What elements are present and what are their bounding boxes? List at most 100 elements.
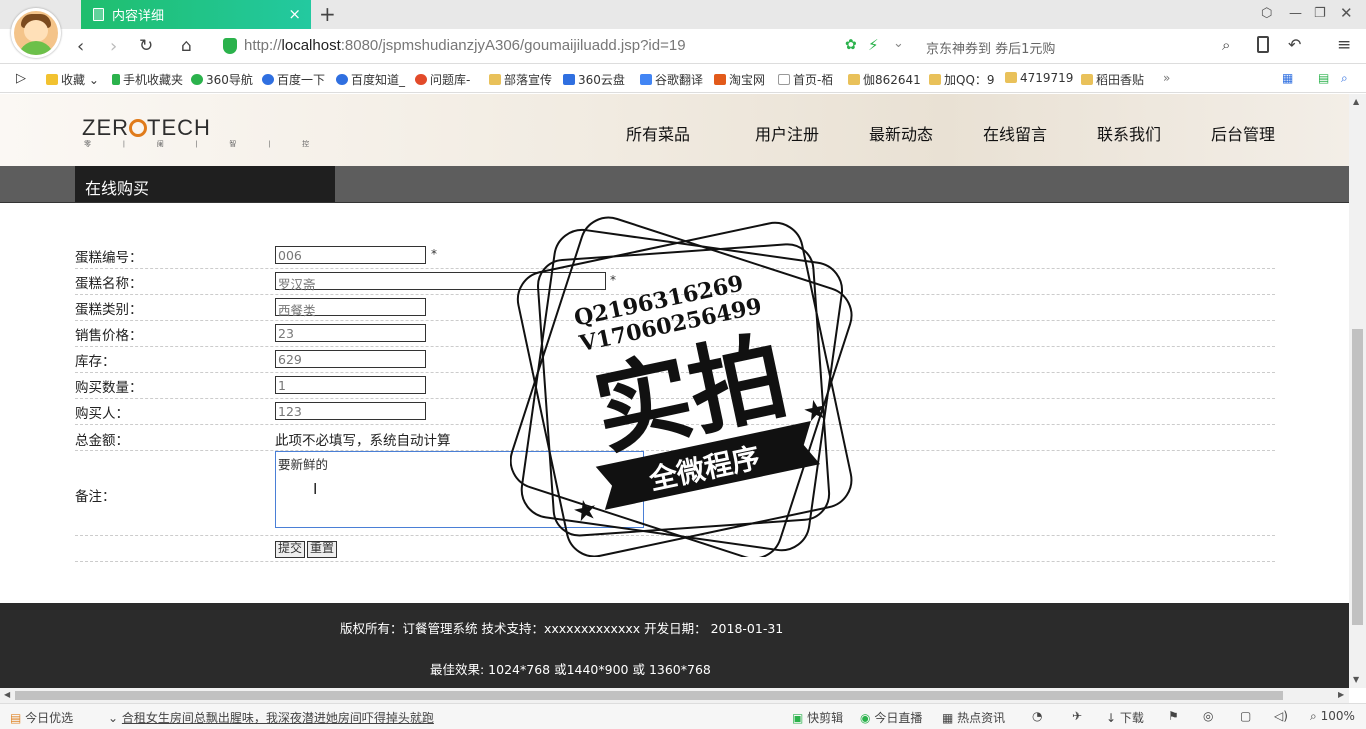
mobile-icon[interactable] [1257,36,1269,53]
tab-title: 内容详细 [112,9,165,24]
input-buyer[interactable]: 123 [275,402,426,420]
apps-icon[interactable]: ▦ [1282,71,1293,85]
news-ticker[interactable]: ⌄ 合租女生房间总飘出腥味，我深夜潜进她房间吓得掉头就跑 [108,709,434,726]
live-stream[interactable]: ◉ 今日直播 [860,709,922,726]
security-shield-icon[interactable] [223,38,237,54]
text-cursor-icon: I [313,480,318,498]
row-divider [75,346,1275,347]
footer-copyright: 版权所有：订餐管理系统 技术支持：xxxxxxxxxxxxx 开发日期： 201… [340,621,784,636]
menu-icon[interactable]: ≡ [1337,35,1351,55]
undo-icon[interactable]: ↶ [1288,35,1301,54]
window-icon[interactable]: ▢ [1240,709,1251,723]
scroll-left-icon[interactable]: ◀ [4,690,10,699]
scroll-down-icon[interactable]: ▼ [1353,675,1359,684]
search-input[interactable]: 京东神券到 券后1元购 [926,38,1055,57]
search-icon[interactable]: ⌕ [1222,36,1230,54]
bookmark-14[interactable]: 稻田香贴 [1081,71,1144,88]
label-quantity: 购买数量： [75,380,143,396]
flag-icon[interactable]: ⚑ [1168,709,1179,723]
nav-contact[interactable]: 联系我们 [1097,121,1161,145]
row-divider [75,450,1275,451]
footer-resolution: 最佳效果: 1024*768 或1440*900 或 1360*768 [430,662,711,677]
speed-mode-icon[interactable]: ⚡ [868,36,879,54]
note-textarea[interactable]: 要新鲜的 [275,451,644,528]
input-cake-category[interactable]: 西餐类 [275,298,426,318]
skin-icon[interactable]: ⬡ [1261,6,1272,21]
sidebar-toggle-icon[interactable]: ▷ [16,71,26,86]
input-price[interactable]: 23 [275,324,426,342]
bookmark-2[interactable]: 360导航 [191,71,253,88]
nav-news[interactable]: 最新动态 [869,121,933,145]
more-bookmarks-icon[interactable]: » [1163,71,1170,85]
user-avatar[interactable] [11,8,61,58]
bookmark-11[interactable]: 伽862641 [848,71,921,88]
home-button[interactable]: ⌂ [181,36,192,56]
reset-button[interactable]: 重置 [307,541,338,558]
row-divider [75,398,1275,399]
site-logo[interactable]: ZER TECH 零 | 阑 | 智 | 控 [82,115,309,148]
ie-icon[interactable]: ◎ [1203,709,1213,723]
url-field[interactable]: http://localhost:8080/jspmshudianzjyA306… [244,37,686,54]
volume-icon[interactable]: ◁) [1274,709,1288,723]
bookmark-8[interactable]: 谷歌翻译 [640,71,703,88]
section-title: 在线购买 [75,166,335,202]
bookmark-13[interactable]: 4719719 [1005,71,1073,85]
download[interactable]: ↓ 下载 [1106,709,1144,726]
reload-button[interactable]: ↻ [139,36,153,56]
input-cake-name[interactable]: 罗汉斋 [275,272,606,292]
submit-button[interactable]: 提交 [275,541,306,558]
close-tab-icon[interactable]: × [288,5,301,23]
label-total: 总金额： [75,433,129,449]
accelerate-icon[interactable]: ◔ [1032,709,1042,723]
label-buyer: 购买人： [75,406,129,422]
nav-messages[interactable]: 在线留言 [983,121,1047,145]
bookmark-1[interactable]: 手机收藏夹 [112,71,183,88]
bookmark-5[interactable]: 问题库- [415,71,470,88]
pin-icon[interactable]: ✈ [1072,709,1082,723]
zoom-icon: ⌕ [1310,709,1317,723]
bookmark-favorites[interactable]: 收藏 ⌄ [46,71,99,88]
label-note: 备注： [75,489,116,505]
minimize-button[interactable]: — [1289,6,1302,21]
logo-ring-icon [129,119,147,137]
close-window-button[interactable]: ✕ [1340,4,1353,22]
chevron-down-icon[interactable]: ⌄ [893,36,904,51]
section-bar: 在线购买 [0,166,1349,203]
zoom-tool-icon[interactable]: ⌕ [1341,71,1348,86]
label-cake-name: 蛋糕名称： [75,276,143,292]
site-footer: 版权所有：订餐管理系统 技术支持：xxxxxxxxxxxxx 开发日期： 201… [0,603,1349,688]
bookmark-6[interactable]: 部落宣传 [489,71,552,88]
horizontal-scroll-thumb[interactable] [15,691,1283,700]
bookmark-4[interactable]: 百度知道_ [336,71,405,88]
bookmark-7[interactable]: 360云盘 [563,71,625,88]
scroll-up-icon[interactable]: ▲ [1353,97,1359,106]
video-icon: ▣ [792,711,804,725]
input-stock[interactable]: 629 [275,350,426,368]
bookmark-12[interactable]: 加QQ：9 [929,71,995,88]
input-cake-id[interactable]: 006 [275,246,426,264]
reader-icon[interactable]: ▤ [1318,71,1329,85]
zoom-level[interactable]: ⌕ 100% [1310,709,1355,724]
scroll-right-icon[interactable]: ▶ [1338,690,1344,699]
quick-edit[interactable]: ▣ 快剪辑 [792,709,843,726]
tab-active[interactable]: 内容详细 × [81,0,311,29]
forward-button[interactable]: › [110,36,117,57]
bookmark-9[interactable]: 淘宝网 [714,71,765,88]
total-hint: 此项不必填写，系统自动计算 [275,433,451,449]
new-tab-button[interactable]: + [319,2,336,26]
bookmark-3[interactable]: 百度一下 [262,71,325,88]
input-quantity[interactable]: 1 [275,376,426,394]
nav-all-dishes[interactable]: 所有菜品 [626,121,690,145]
daily-picks[interactable]: ▤ 今日优选 [10,709,73,726]
ie-mode-icon[interactable]: ✿ [845,37,857,53]
vertical-scroll-thumb[interactable] [1352,329,1363,625]
row-divider [75,561,1275,562]
nav-register[interactable]: 用户注册 [755,121,819,145]
back-button[interactable]: ‹ [77,36,84,57]
hot-news[interactable]: ▦ 热点资讯 [942,709,1005,726]
row-divider [75,268,1275,269]
gift-icon: ▤ [10,711,22,725]
nav-admin[interactable]: 后台管理 [1211,121,1275,145]
restore-button[interactable]: ❐ [1314,6,1326,21]
bookmark-10[interactable]: 首页-栢 [778,71,833,88]
